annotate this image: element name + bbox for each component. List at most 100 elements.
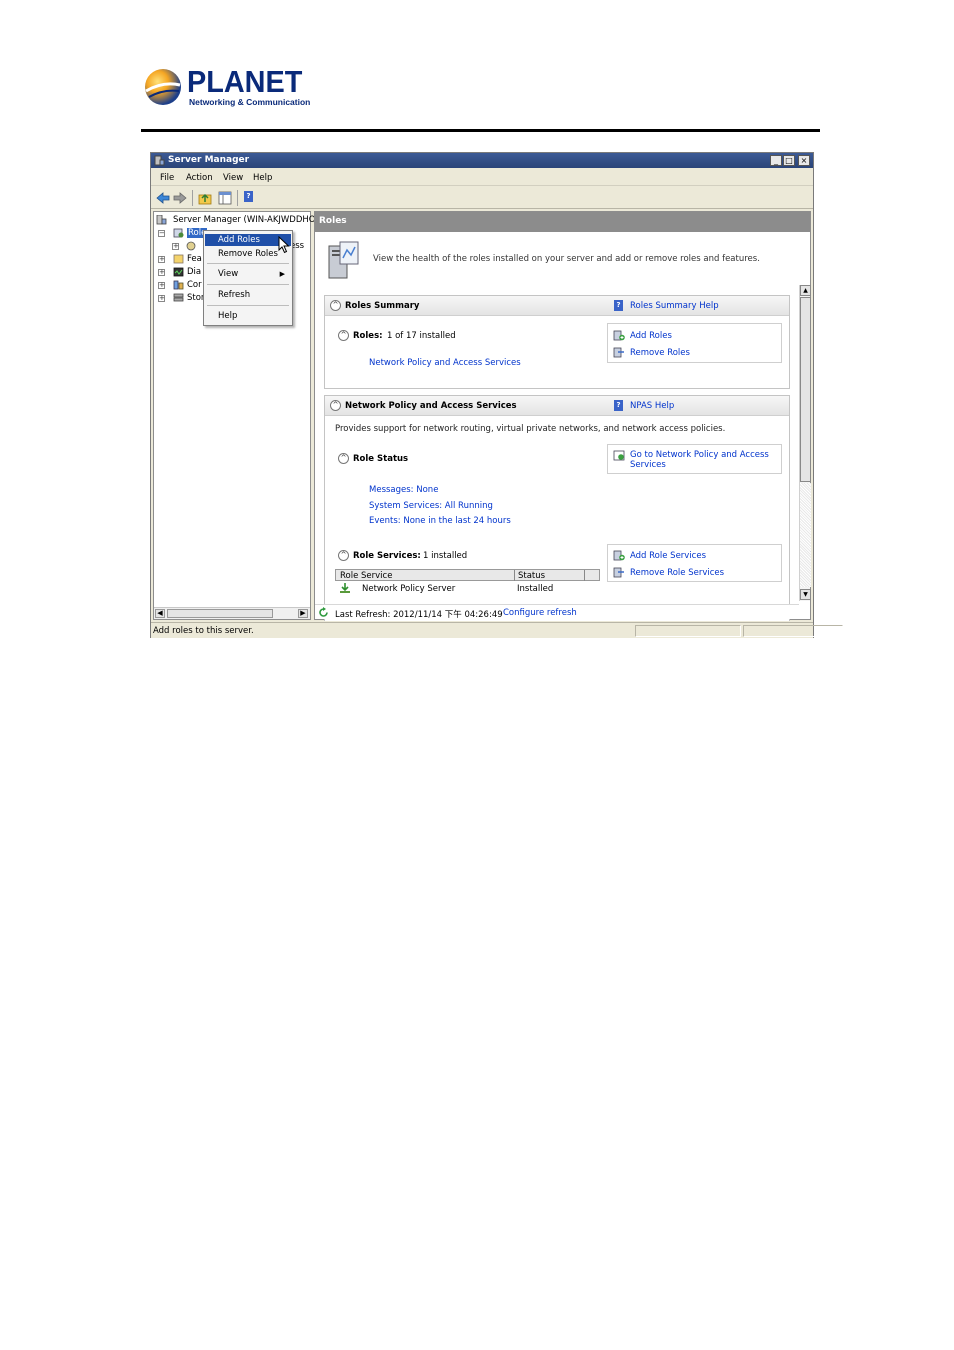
installed-icon — [340, 583, 350, 593]
status-text: Add roles to this server. — [153, 626, 254, 636]
menu-file[interactable]: File — [160, 173, 174, 183]
expand-icon[interactable]: + — [172, 243, 179, 250]
remove-role-services-link[interactable]: Remove Role Services — [630, 568, 724, 578]
back-arrow-icon[interactable] — [156, 191, 170, 205]
tree-item-diagnostics-label: Dia — [187, 267, 202, 277]
refresh-bar: Last Refresh: 2012/11/14 下午 04:26:49 Con… — [315, 604, 799, 620]
add-role-services-link[interactable]: Add Role Services — [630, 551, 706, 561]
help-icon[interactable]: ? — [614, 400, 623, 411]
roles-label: Roles: — [353, 331, 383, 341]
column-separator[interactable] — [514, 570, 515, 581]
status-panel — [635, 625, 741, 637]
scroll-track[interactable] — [800, 483, 811, 587]
remove-roles-link[interactable]: Remove Roles — [630, 348, 690, 358]
tree-item-storage-label: Stor — [187, 293, 205, 303]
collapse-icon[interactable]: − — [158, 230, 165, 237]
context-view-label: View — [218, 269, 239, 279]
toolbar-separator — [192, 190, 193, 206]
scroll-thumb[interactable] — [800, 297, 811, 482]
forward-arrow-icon[interactable] — [173, 191, 187, 205]
storage-icon — [173, 293, 184, 302]
menu-separator — [207, 284, 289, 285]
expand-icon[interactable]: + — [158, 269, 165, 276]
roles-summary-help-link[interactable]: Roles Summary Help — [630, 301, 719, 311]
context-refresh[interactable]: Refresh — [205, 289, 291, 301]
system-services-link[interactable]: System Services: All Running — [369, 501, 493, 511]
role-service-name: Network Policy Server — [362, 584, 456, 594]
role-services-title: Role Services: — [353, 551, 421, 561]
diagnostics-icon — [173, 267, 184, 277]
show-hide-tree-icon[interactable] — [218, 191, 232, 205]
help-icon[interactable]: ? — [614, 300, 623, 311]
scroll-thumb[interactable] — [167, 609, 273, 618]
add-roles-link[interactable]: Add Roles — [630, 331, 672, 341]
pane-vertical-scrollbar[interactable]: ▲ ▼ — [799, 285, 811, 601]
collapse-section-icon[interactable]: ^ — [330, 300, 341, 311]
role-status-actions: Go to Network Policy and Access Services — [607, 444, 782, 474]
scroll-left-arrow-icon[interactable]: ◀ — [155, 609, 165, 618]
go-to-icon — [613, 450, 625, 461]
expand-icon[interactable]: + — [158, 282, 165, 289]
server-manager-window: Server Manager _ □ × File Action View He… — [150, 152, 843, 638]
roles-summary-title: Roles Summary — [345, 301, 420, 311]
column-role-service[interactable]: Role Service — [340, 571, 392, 581]
add-role-services-icon — [613, 550, 625, 561]
installed-role-link[interactable]: Network Policy and Access Services — [369, 358, 521, 368]
minimize-button[interactable]: _ — [770, 155, 782, 166]
context-view[interactable]: View ▶ — [205, 268, 291, 280]
menu-help[interactable]: Help — [253, 173, 272, 183]
configure-refresh-link[interactable]: Configure refresh — [503, 608, 577, 618]
role-status-title: Role Status — [353, 454, 409, 464]
expand-icon[interactable]: + — [158, 256, 165, 263]
npas-description: Provides support for network routing, vi… — [335, 424, 726, 434]
menu-bar: File Action View Help — [151, 168, 813, 186]
messages-link[interactable]: Messages: None — [369, 485, 438, 495]
collapse-subsection-icon[interactable]: ^ — [338, 330, 349, 341]
brand-name: PLANET — [187, 64, 303, 99]
collapse-subsection-icon[interactable]: ^ — [338, 453, 349, 464]
table-row[interactable]: Network Policy Server Installed — [335, 582, 600, 595]
events-link[interactable]: Events: None in the last 24 hours — [369, 516, 511, 526]
expand-icon[interactable]: + — [158, 295, 165, 302]
toolbar-separator — [237, 190, 238, 206]
goto-npas-link[interactable]: Go to Network Policy and Access Services — [630, 450, 770, 470]
collapse-subsection-icon[interactable]: ^ — [338, 550, 349, 561]
tree-horizontal-scrollbar[interactable]: ◀ ▶ — [154, 607, 310, 619]
collapse-section-icon[interactable]: ^ — [330, 400, 341, 411]
table-header: Role Service Status — [335, 569, 600, 581]
npas-help-link[interactable]: NPAS Help — [630, 401, 674, 411]
last-refresh-text: Last Refresh: 2012/11/14 下午 04:26:49 — [335, 610, 503, 620]
status-panel — [743, 625, 843, 637]
column-status[interactable]: Status — [518, 571, 545, 581]
maximize-button[interactable]: □ — [783, 155, 795, 166]
help-icon[interactable]: ? — [244, 191, 253, 202]
intro-text: View the health of the roles installed o… — [373, 254, 760, 264]
server-manager-icon — [154, 155, 165, 166]
context-help[interactable]: Help — [205, 310, 291, 322]
tree-root-label: Server Manager (WIN-AKJWDDHO1 — [173, 215, 321, 225]
menu-action[interactable]: Action — [186, 173, 213, 183]
close-button[interactable]: × — [798, 155, 810, 166]
menu-separator — [207, 263, 289, 264]
menu-view[interactable]: View — [223, 173, 243, 183]
role-services-actions: Add Role Services Remove Role Services — [607, 544, 782, 582]
role-services-table: Role Service Status Network Policy Serve… — [335, 569, 600, 601]
role-services-count: 1 installed — [423, 551, 468, 561]
refresh-icon[interactable] — [318, 607, 329, 618]
scroll-up-arrow-icon[interactable]: ▲ — [800, 285, 811, 296]
up-folder-icon[interactable] — [198, 191, 212, 205]
scroll-right-arrow-icon[interactable]: ▶ — [298, 609, 308, 618]
tree-item-features-label: Fea — [187, 254, 202, 264]
role-service-status: Installed — [517, 584, 554, 594]
title-bar[interactable]: Server Manager _ □ × — [151, 153, 813, 168]
scroll-down-arrow-icon[interactable]: ▼ — [800, 589, 811, 600]
roles-count: 1 of 17 installed — [387, 331, 456, 341]
npas-header: ^ Network Policy and Access Services ? N… — [325, 396, 789, 416]
menu-separator — [207, 305, 289, 306]
header-divider — [141, 129, 820, 132]
server-manager-icon — [156, 215, 167, 225]
remove-roles-icon — [613, 347, 624, 358]
column-separator[interactable] — [584, 570, 585, 581]
results-pane: Roles View the health of the roles insta… — [314, 211, 811, 621]
npas-title: Network Policy and Access Services — [345, 401, 517, 411]
